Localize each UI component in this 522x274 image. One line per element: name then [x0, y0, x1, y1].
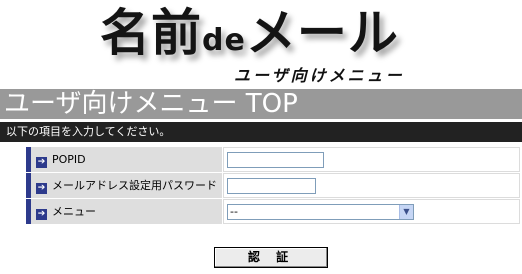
page-title: ユーザ向けメニュー TOP — [0, 89, 522, 119]
password-label: メールアドレス設定用パスワード — [52, 179, 217, 192]
menu-value-cell: -- ▼ — [223, 199, 520, 224]
password-value-cell — [223, 173, 520, 198]
menu-label-cell: ➔ メニュー — [26, 199, 222, 224]
logo-name-part: 名前 — [100, 4, 202, 62]
password-label-cell: ➔ メールアドレス設定用パスワード — [26, 173, 222, 198]
popid-value-cell — [223, 147, 520, 172]
instruction-text: 以下の項目を入力してください。 — [0, 122, 522, 142]
login-form: ➔ POPID ➔ メールアドレス設定用パスワード ➔ メニュー -- ▼ — [26, 147, 520, 225]
form-row-menu: ➔ メニュー -- ▼ — [26, 199, 520, 224]
form-row-password: ➔ メールアドレス設定用パスワード — [26, 173, 520, 198]
menu-select-value: -- — [230, 205, 238, 218]
arrow-right-icon: ➔ — [36, 183, 47, 194]
logo-de: de — [202, 23, 246, 58]
menu-label: メニュー — [52, 205, 96, 218]
logo-subtitle: ユーザ向けメニュー — [234, 66, 405, 85]
logo-mail-part: メール — [245, 4, 399, 62]
arrow-right-icon: ➔ — [36, 157, 47, 168]
arrow-right-icon: ➔ — [36, 209, 47, 220]
auth-button[interactable]: 認 証 — [214, 247, 328, 268]
menu-select[interactable]: -- ▼ — [227, 204, 414, 220]
popid-input[interactable] — [227, 152, 324, 168]
popid-label: POPID — [52, 153, 86, 166]
popid-label-cell: ➔ POPID — [26, 147, 222, 172]
site-logo: 名前deメール ユーザ向けメニュー — [0, 0, 522, 85]
chevron-down-icon[interactable]: ▼ — [399, 205, 413, 219]
form-row-popid: ➔ POPID — [26, 147, 520, 172]
password-input[interactable] — [227, 178, 316, 194]
